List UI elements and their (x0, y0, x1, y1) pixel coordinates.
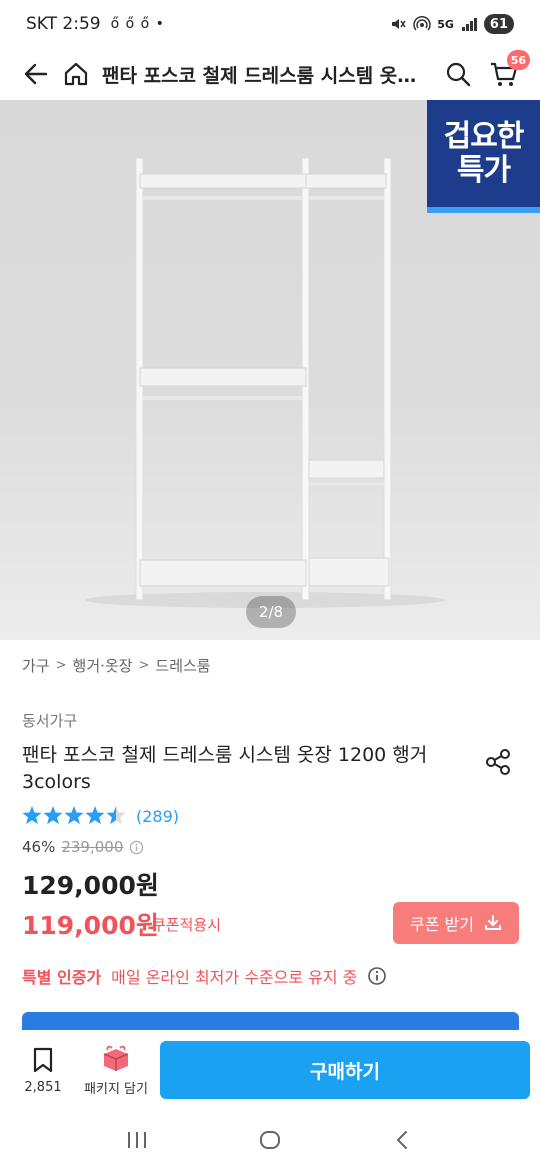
chevron-right-icon: > (138, 658, 150, 673)
deal-badge-line2: 특가 (456, 152, 511, 188)
notification-icons: ő ő ő • (110, 16, 165, 32)
download-icon (484, 915, 501, 930)
home-circle-icon (259, 1131, 280, 1149)
share-icon (486, 749, 510, 775)
deal-badge[interactable]: 겁요한 특가 (427, 100, 540, 213)
bookmark-icon (33, 1047, 53, 1072)
hotspot-icon (413, 15, 431, 33)
brand-name[interactable]: 동서가구 (22, 710, 77, 731)
system-nav-bar (0, 1110, 540, 1170)
rating-star (64, 806, 84, 825)
sale-price: 129,000원 (22, 871, 159, 900)
rating-star (22, 806, 42, 825)
discount-rate: 46% (22, 838, 56, 856)
home-nav-button[interactable] (250, 1120, 290, 1160)
search-button[interactable] (438, 54, 478, 94)
recent-apps-button[interactable] (117, 1120, 157, 1160)
signal-icon (460, 15, 478, 33)
image-page-indicator: 2/8 (246, 596, 296, 628)
original-price: 239,000 (61, 838, 124, 856)
status-bar: SKT 2:59 ő ő ő • 5G 61 (0, 0, 540, 48)
package-box-icon (103, 1045, 129, 1071)
deal-badge-line1: 겁요한 (443, 118, 525, 154)
mute-icon (389, 15, 407, 33)
discount-row: 46% 239,000 (22, 838, 144, 856)
product-title: 팬타 포스코 철제 드레스룸 시스템 옷장 1200 행거 3colors (22, 744, 428, 793)
bookmark-count: 2,851 (24, 1079, 62, 1095)
breadcrumb-item[interactable]: 가구 (22, 655, 50, 676)
coupon-button-label: 쿠폰 받기 (410, 915, 474, 934)
chevron-left-icon (397, 1131, 408, 1149)
rating-stars-icon (22, 806, 126, 825)
page-title: 팬타 포스코 철제 드레스룸 시스템 옷장 1200 행거 3colors (102, 64, 430, 87)
certified-description: 매일 온라인 최저가 수준으로 유지 중 (111, 968, 358, 987)
product-rating[interactable]: (289) (22, 805, 179, 827)
home-icon (64, 62, 88, 86)
cart-button[interactable]: 56 (484, 50, 530, 94)
bottom-action-bar: 2,851 패키지 담기 구매하기 (0, 1030, 540, 1110)
bookmark-button[interactable]: 2,851 (14, 1046, 72, 1095)
breadcrumb: 가구 > 행거·옷장 > 드레스룸 (22, 655, 211, 676)
rating-star (85, 806, 105, 825)
arrow-left-icon (24, 63, 48, 85)
status-time: SKT 2:59 (26, 14, 101, 34)
battery-indicator: 61 (483, 14, 514, 34)
info-icon[interactable] (129, 840, 144, 855)
breadcrumb-item[interactable]: 행거·옷장 (73, 655, 133, 676)
rating-count: (289) (136, 806, 180, 826)
package-add-button[interactable]: 패키지 담기 (78, 1044, 154, 1097)
share-button[interactable] (480, 744, 516, 780)
info-icon[interactable] (367, 966, 387, 986)
network-label: 5G (437, 17, 454, 31)
app-header: 팬타 포스코 철제 드레스룸 시스템 옷장 1200 행거 3colors 56 (0, 48, 540, 100)
back-nav-button[interactable] (383, 1120, 423, 1160)
chevron-right-icon: > (55, 658, 67, 673)
back-button[interactable] (16, 54, 56, 94)
rating-star (43, 806, 63, 825)
coupon-download-button[interactable]: 쿠폰 받기 (393, 902, 519, 944)
product-image-carousel[interactable]: 겁요한 특가 2/8 (0, 100, 540, 640)
package-label: 패키지 담기 (84, 1081, 148, 1097)
home-button[interactable] (56, 54, 96, 94)
recent-apps-icon (127, 1132, 146, 1148)
coupon-price: 119,000원 (22, 911, 159, 940)
certified-price-notice: 특별 인증가 매일 온라인 최저가 수준으로 유지 중 (22, 964, 387, 988)
rating-star (106, 806, 126, 825)
search-icon (446, 62, 471, 87)
coupon-applied-label: 쿠폰적용시 (152, 916, 222, 934)
cart-count-badge: 56 (506, 50, 530, 70)
breadcrumb-item[interactable]: 드레스룸 (155, 655, 210, 676)
buy-button[interactable]: 구매하기 (160, 1041, 530, 1099)
certified-label: 특별 인증가 (22, 968, 102, 987)
